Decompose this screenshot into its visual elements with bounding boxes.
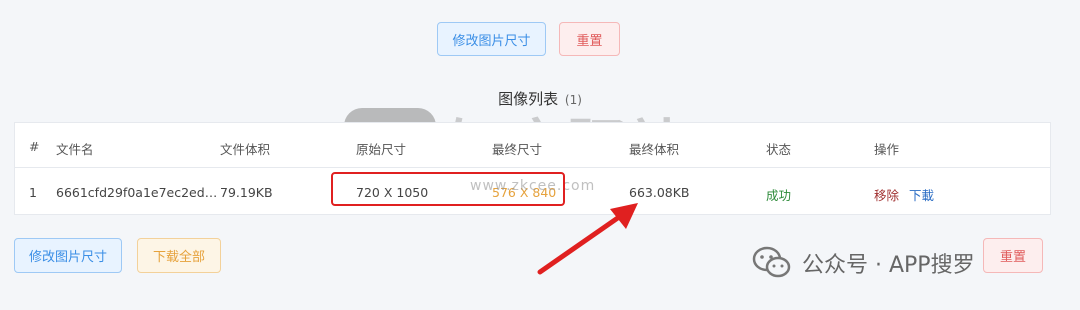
reset-button[interactable]: 重置: [559, 22, 620, 56]
header-actions: 操作: [874, 142, 900, 157]
bottom-reset-button[interactable]: 重置: [983, 238, 1043, 273]
row-file-size: 79.19KB: [220, 185, 273, 200]
annotation-arrow-icon: [537, 203, 638, 275]
remove-link[interactable]: 移除: [874, 188, 899, 203]
header-final-size: 最终体积: [629, 142, 680, 157]
download-link[interactable]: 下載: [909, 188, 934, 203]
row-filename: 6661cfd29f0a1e7ec2edbaa…: [56, 185, 221, 200]
row-index: 1: [29, 185, 37, 200]
bottom-modify-size-button[interactable]: 修改图片尺寸: [14, 238, 122, 273]
wechat-icon: [752, 246, 791, 278]
header-original-dim: 原始尺寸: [356, 142, 407, 157]
modify-size-button[interactable]: 修改图片尺寸: [437, 22, 546, 56]
wechat-label: 公众号 · APP搜罗: [802, 253, 975, 278]
row-actions: 移除 下載: [874, 185, 934, 204]
header-file-size: 文件体积: [220, 142, 271, 157]
header-index: #: [29, 139, 40, 154]
download-all-button[interactable]: 下载全部: [137, 238, 221, 273]
header-filename: 文件名: [56, 142, 94, 157]
wechat-watermark: 公众号 · APP搜罗: [752, 246, 975, 280]
row-status: 成功: [766, 188, 792, 203]
header-status: 状态: [766, 142, 792, 157]
row-divider: [15, 167, 1050, 168]
header-final-dim: 最终尺寸: [492, 142, 543, 157]
